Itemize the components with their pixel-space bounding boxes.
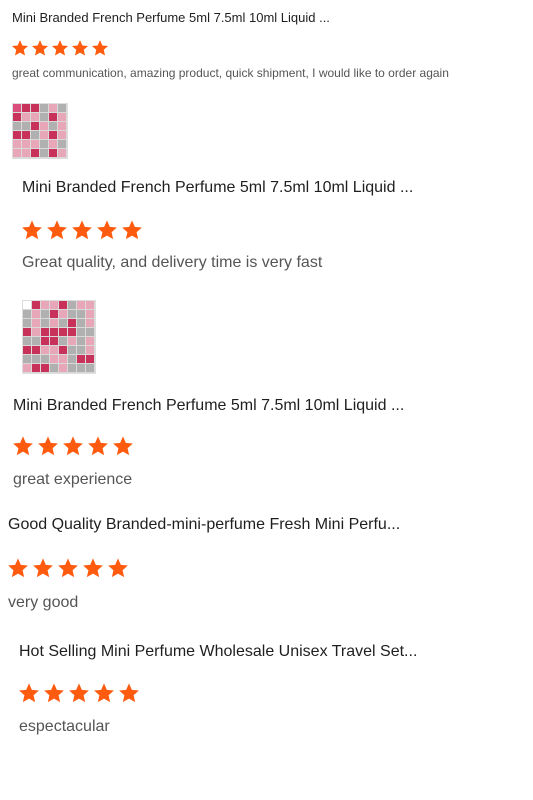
star-rating — [11, 39, 109, 57]
star-icon — [69, 683, 89, 703]
star-rating — [21, 219, 143, 241]
star-icon — [119, 683, 139, 703]
star-icon — [97, 220, 117, 240]
product-title[interactable]: Hot Selling Mini Perfume Wholesale Unise… — [19, 643, 417, 661]
star-icon — [71, 40, 89, 56]
star-icon — [31, 40, 49, 56]
review-comment: great experience — [13, 471, 133, 488]
star-icon — [108, 558, 128, 578]
star-rating — [12, 435, 134, 457]
star-icon — [58, 558, 78, 578]
review-comment: very good — [8, 594, 79, 611]
star-icon — [72, 220, 92, 240]
star-icon — [47, 220, 67, 240]
star-icon — [91, 40, 109, 56]
star-icon — [63, 436, 83, 456]
star-icon — [122, 220, 142, 240]
star-icon — [13, 436, 33, 456]
star-icon — [22, 220, 42, 240]
star-icon — [88, 436, 108, 456]
star-rating — [7, 557, 129, 579]
star-icon — [94, 683, 114, 703]
star-icon — [19, 683, 39, 703]
star-icon — [8, 558, 28, 578]
product-title[interactable]: Good Quality Branded-mini-perfume Fresh … — [8, 516, 400, 534]
review-comment: Great quality, and delivery time is very… — [22, 254, 323, 271]
review-photo[interactable] — [12, 103, 68, 159]
product-title[interactable]: Mini Branded French Perfume 5ml 7.5ml 10… — [22, 179, 413, 197]
star-icon — [44, 683, 64, 703]
star-icon — [33, 558, 53, 578]
review-comment: espectacular — [19, 718, 110, 735]
product-title[interactable]: Mini Branded French Perfume 5ml 7.5ml 10… — [13, 397, 404, 415]
star-rating — [18, 682, 140, 704]
review-comment: great communication, amazing product, qu… — [12, 66, 449, 80]
star-icon — [113, 436, 133, 456]
review-photo[interactable] — [22, 300, 96, 374]
star-icon — [11, 40, 29, 56]
product-title[interactable]: Mini Branded French Perfume 5ml 7.5ml 10… — [12, 10, 330, 25]
star-icon — [51, 40, 69, 56]
star-icon — [83, 558, 103, 578]
star-icon — [38, 436, 58, 456]
